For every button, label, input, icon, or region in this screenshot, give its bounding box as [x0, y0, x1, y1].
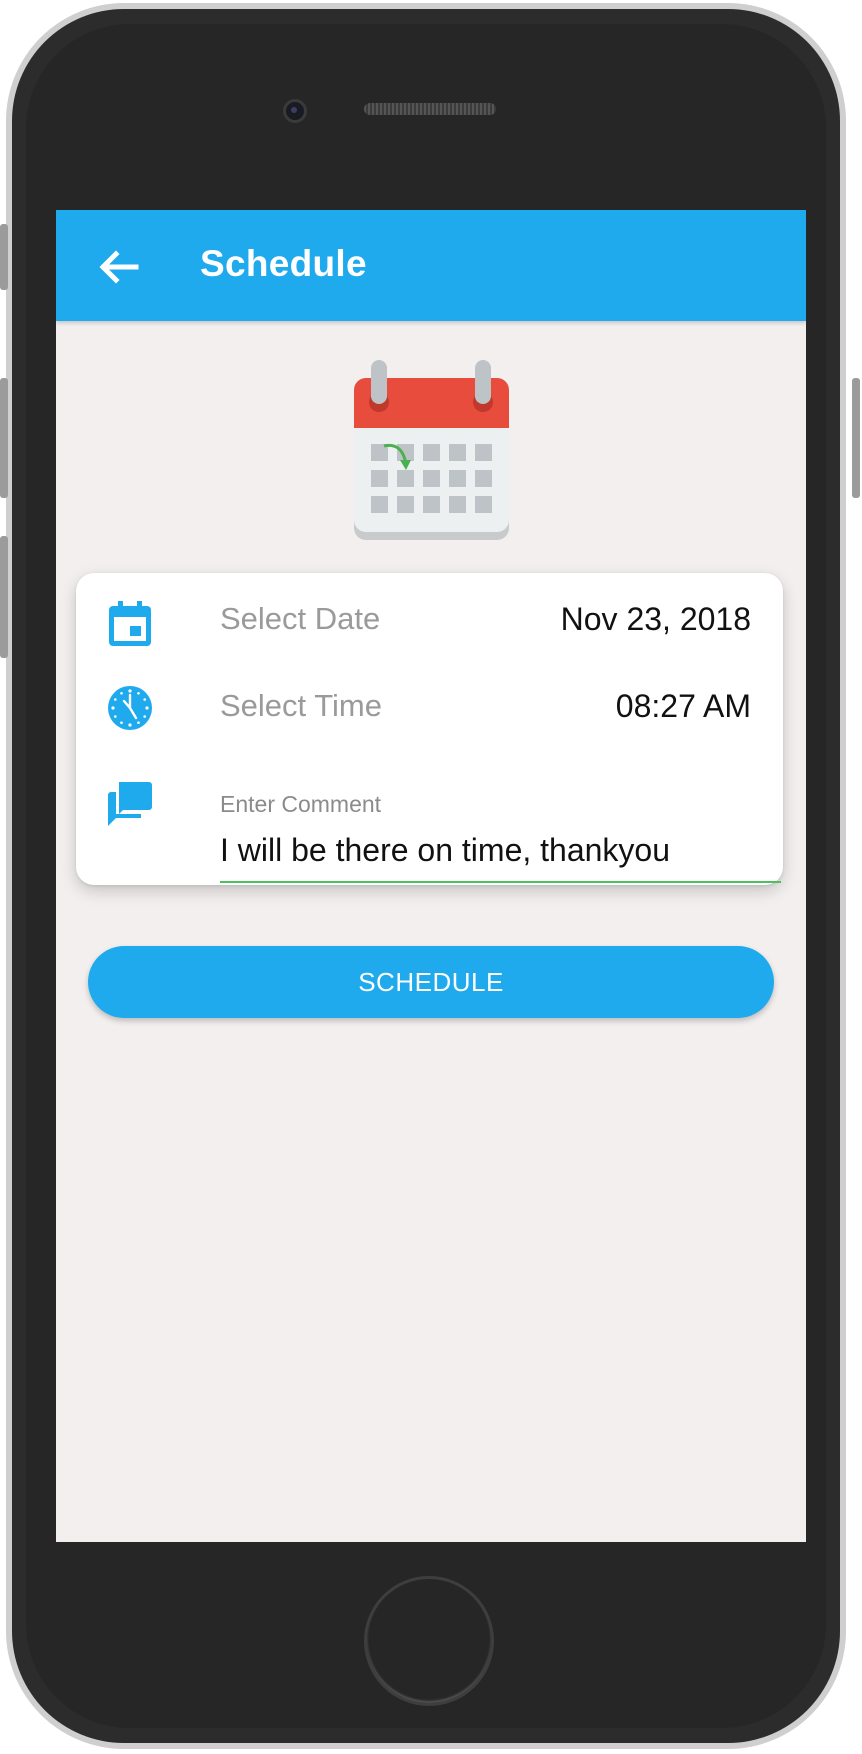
comment-field-label: Enter Comment — [220, 791, 382, 817]
schedule-form-card: Select Date Nov 23, 2018 Select Time 08:… — [76, 573, 783, 885]
back-button[interactable] — [94, 244, 142, 290]
chat-bubbles-icon — [108, 782, 152, 826]
comment-input-underline — [220, 881, 781, 883]
selected-time-value[interactable]: 08:27 AM — [616, 688, 751, 725]
select-time-label: Select Time — [220, 688, 382, 723]
selected-date-value[interactable]: Nov 23, 2018 — [561, 601, 751, 638]
phone-side-button — [852, 378, 860, 498]
app-bar: Schedule — [56, 210, 806, 321]
event-calendar-icon — [109, 601, 151, 646]
clock-icon — [108, 686, 152, 730]
arrow-left-icon — [99, 250, 139, 284]
phone-side-button — [0, 536, 8, 658]
earpiece-speaker — [364, 103, 496, 115]
comment-input[interactable] — [220, 825, 780, 875]
app-screen: Schedule Select Date Nov 23, 2018 Select… — [56, 210, 806, 1542]
front-camera — [283, 99, 307, 123]
phone-side-button — [0, 378, 8, 498]
page-title: Schedule — [200, 243, 367, 284]
calendar-icon — [354, 360, 509, 540]
home-button[interactable] — [364, 1576, 494, 1706]
select-date-label: Select Date — [220, 601, 381, 636]
schedule-button[interactable]: SCHEDULE — [88, 946, 774, 1018]
phone-side-button — [0, 224, 8, 290]
